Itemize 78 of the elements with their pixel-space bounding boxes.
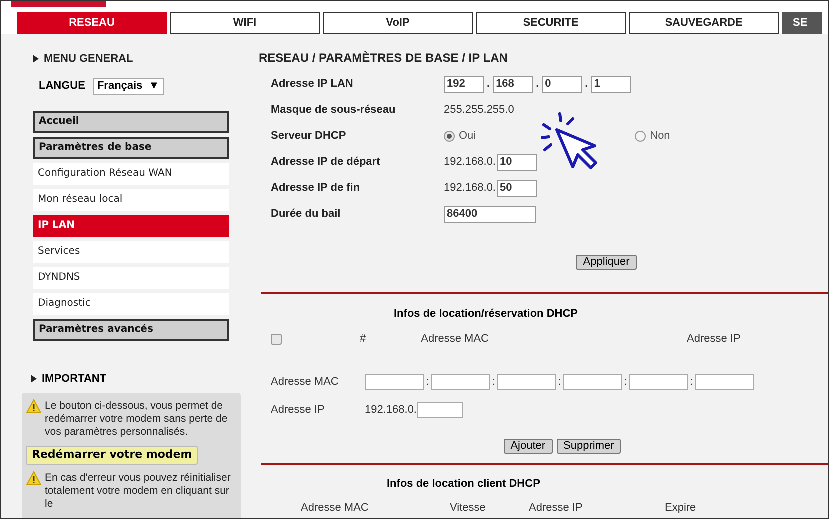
column-header: Vitesse [450, 501, 486, 516]
ip-input-field[interactable] [417, 402, 463, 418]
ip-octet-input[interactable]: 192 [444, 76, 484, 92]
field-label: Masque de sous-réseau [271, 102, 397, 118]
field-label: Adresse IP [271, 403, 326, 418]
action-button[interactable]: Supprimer [556, 438, 622, 454]
apply-button[interactable]: Appliquer [576, 255, 637, 270]
action-button[interactable]: Ajouter [504, 438, 553, 454]
nav-tab[interactable]: RESEAU [17, 12, 167, 34]
expand-triangle-icon [33, 55, 39, 64]
select-all-checkbox[interactable] [271, 334, 282, 345]
notice-text: Le bouton ci-dessous, vous permet de redémarrer votre modem sans perte de vos paramètres personnalisés. [45, 400, 229, 439]
radio-button[interactable] [635, 130, 646, 142]
field-label: Durée du bail [271, 206, 342, 222]
breadcrumb: RESEAU / PARAMÈTRES DE BASE / IP LAN [259, 50, 509, 67]
mac-input-field[interactable] [629, 374, 688, 390]
language-select[interactable]: Français ▼ [93, 78, 164, 94]
ip-input-field[interactable]: 10 [497, 154, 537, 170]
menu-item[interactable]: Mon réseau local [33, 188, 229, 210]
field-value: 255.255.255.0 [444, 102, 514, 118]
colon-separator: : [492, 374, 496, 390]
radio-label: Oui [459, 128, 476, 144]
menu-item[interactable]: Diagnostic [33, 292, 229, 314]
restart-modem-button[interactable]: Redémarrer votre modem [26, 446, 198, 465]
column-header: Adresse MAC [421, 332, 489, 348]
menu-item[interactable]: IP LAN [33, 214, 229, 236]
ip-prefix: 192.168.0. [365, 403, 417, 418]
nav-tab[interactable]: SAUVEGARDE [629, 12, 779, 34]
colon-separator: : [558, 374, 562, 390]
section-title: Infos de location/réservation DHCP [394, 307, 579, 322]
radio-button[interactable] [444, 130, 455, 142]
nav-tab[interactable]: SECURITE [476, 12, 626, 34]
ip-octet-input[interactable]: 168 [493, 76, 534, 92]
menu-section[interactable]: Paramètres de base [33, 136, 229, 158]
notice-text: En cas d'erreur vous pouvez réinitialiser totalement votre modem en cliquant sur le [45, 472, 232, 511]
language-label: LANGUE [39, 78, 86, 94]
menu-title: MENU GENERAL [44, 52, 134, 67]
column-header: Adresse IP [686, 332, 741, 348]
column-header: Adresse MAC [301, 501, 369, 516]
column-header: # [360, 332, 366, 348]
field-label: Serveur DHCP [271, 128, 348, 144]
mac-input-field[interactable] [695, 374, 754, 390]
lease-input-field[interactable]: 86400 [444, 206, 536, 222]
nav-tab[interactable]: VoIP [323, 12, 473, 34]
mac-input-field[interactable] [563, 374, 622, 390]
ip-octet-input[interactable]: 0 [542, 76, 582, 92]
dot-separator: . [585, 76, 588, 92]
colon-separator: : [624, 374, 628, 390]
field-label: Adresse IP LAN [271, 76, 354, 92]
ip-prefix: 192.168.0. [444, 180, 496, 196]
field-label: Adresse IP de fin [271, 180, 362, 196]
dot-separator: . [487, 76, 490, 92]
mac-input-field[interactable] [431, 374, 490, 390]
section-title: Infos de location client DHCP [387, 476, 542, 492]
warning-icon [26, 399, 42, 414]
menu-item[interactable]: Configuration Réseau WAN [33, 162, 229, 184]
colon-separator: : [690, 374, 694, 390]
column-header: Expire [665, 501, 696, 516]
field-label: Adresse MAC [271, 374, 340, 390]
radio-label: Non [650, 128, 670, 144]
menu-item[interactable]: DYNDNS [33, 266, 229, 288]
ip-prefix: 192.168.0. [444, 154, 496, 170]
nav-tab[interactable]: WIFI [170, 12, 320, 34]
menu-section[interactable]: Paramètres avancés [33, 318, 229, 340]
expand-triangle-icon [31, 374, 37, 383]
warning-icon [26, 471, 42, 486]
menu-item[interactable]: Services [33, 240, 229, 262]
mac-input-field[interactable] [497, 374, 556, 390]
important-title: IMPORTANT [42, 372, 107, 386]
column-header: Adresse IP [529, 501, 583, 516]
nav-tab[interactable]: SE [782, 12, 822, 34]
dot-separator: . [536, 76, 540, 92]
colon-separator: : [426, 374, 430, 390]
ip-input-field[interactable]: 50 [497, 180, 537, 196]
menu-section[interactable]: Accueil [33, 110, 229, 132]
field-label: Adresse IP de départ [271, 154, 382, 170]
mac-input-field[interactable] [365, 374, 424, 390]
ip-octet-input[interactable]: 1 [591, 76, 632, 92]
